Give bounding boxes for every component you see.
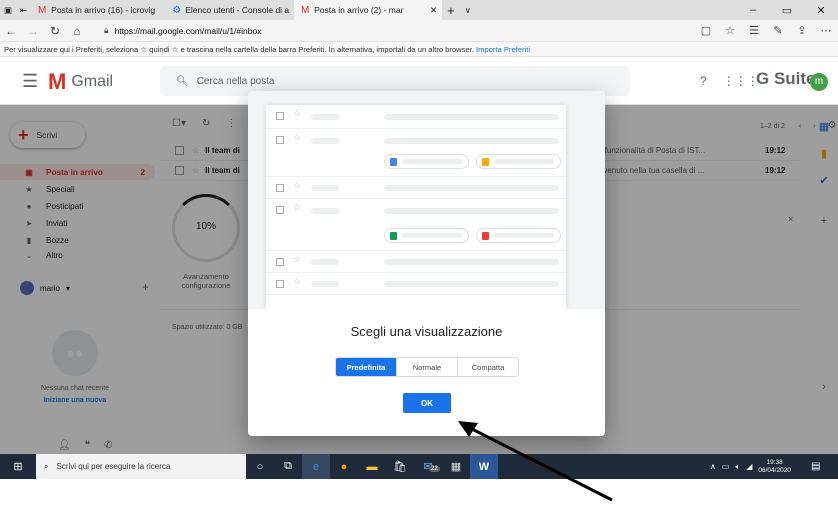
annotation-arrow xyxy=(458,421,613,502)
arrow-shaft xyxy=(469,426,613,502)
